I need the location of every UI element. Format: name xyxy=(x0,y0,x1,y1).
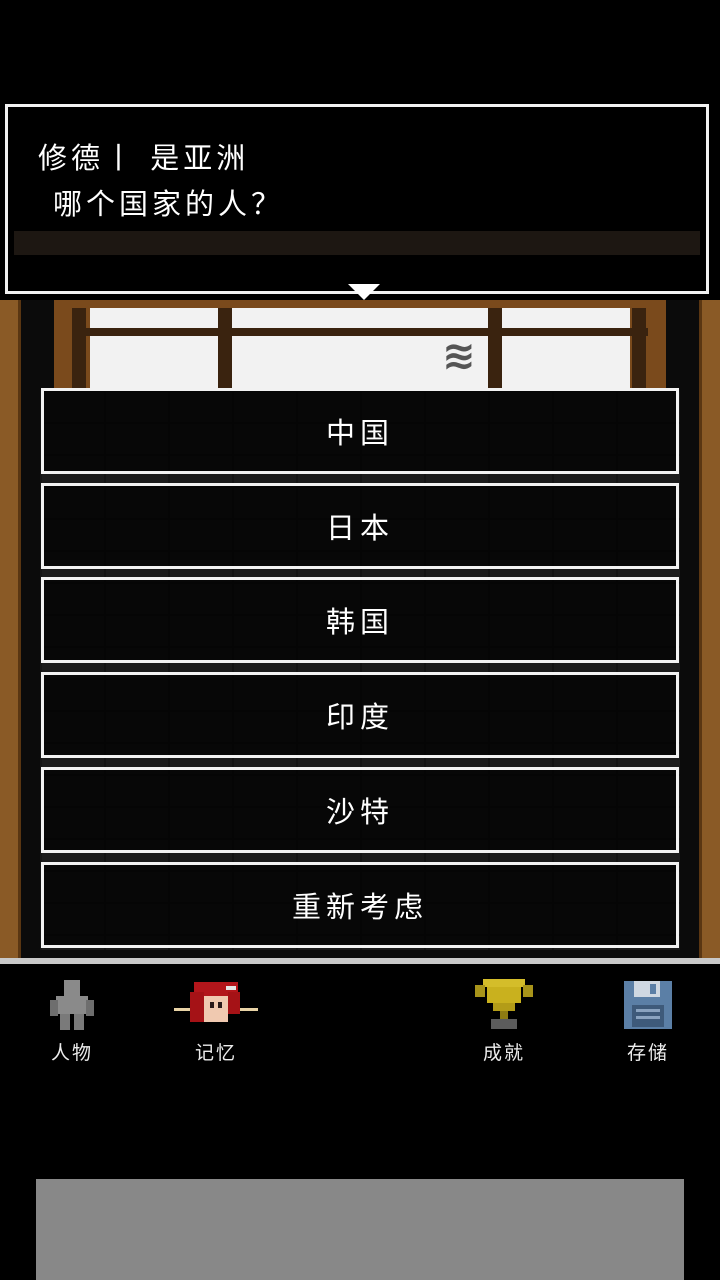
dialog-divider xyxy=(14,231,700,255)
trophy-icon xyxy=(454,976,554,1034)
memory-portrait-icon xyxy=(166,976,266,1034)
choice-label: 重新考虑 xyxy=(291,890,428,924)
person-icon xyxy=(22,976,122,1034)
nav-memory-button[interactable]: 记忆 xyxy=(166,976,266,1066)
floppy-disk-icon xyxy=(598,976,698,1034)
nav-label: 成就 xyxy=(482,1042,525,1064)
window-decoration-icon: ≋ xyxy=(442,333,476,379)
choice-saudi-button[interactable]: 沙特 xyxy=(41,767,679,853)
wooden-pillar-right xyxy=(699,300,720,958)
dialog-box[interactable]: 修德丨 是亚洲 哪个国家的人？ xyxy=(5,104,709,300)
nav-achievements-button[interactable]: 成就 xyxy=(454,976,554,1066)
ad-banner-placeholder[interactable] xyxy=(36,1179,684,1280)
nav-label: 记忆 xyxy=(194,1042,237,1064)
choice-korea-button[interactable]: 韩国 xyxy=(41,577,679,663)
window-bar xyxy=(632,308,646,388)
wooden-pillar-left xyxy=(0,300,21,958)
window-pane xyxy=(90,308,630,388)
nav-label: 存储 xyxy=(626,1042,669,1064)
choice-india-button[interactable]: 印度 xyxy=(41,672,679,758)
nav-save-button[interactable]: 存储 xyxy=(598,976,698,1066)
choice-label: 日本 xyxy=(325,511,394,545)
nav-characters-button[interactable]: 人物 xyxy=(22,976,122,1066)
bottom-bar-separator xyxy=(0,958,720,964)
window-bar xyxy=(488,308,502,388)
window-rail xyxy=(72,328,648,336)
dialog-text-line-2: 哪个国家的人？ xyxy=(53,187,285,221)
choice-reconsider-button[interactable]: 重新考虑 xyxy=(41,862,679,948)
dialog-text-line-1: 修德丨 是亚洲 xyxy=(38,141,250,175)
choice-label: 韩国 xyxy=(325,605,394,639)
window-bar xyxy=(218,308,232,388)
window-bar xyxy=(72,308,86,388)
choice-japan-button[interactable]: 日本 xyxy=(41,483,679,569)
choice-china-button[interactable]: 中国 xyxy=(41,388,679,474)
continue-arrow-icon xyxy=(348,284,380,300)
nav-label: 人物 xyxy=(50,1042,93,1064)
choice-label: 中国 xyxy=(325,416,394,450)
choice-label: 沙特 xyxy=(325,795,394,829)
choice-label: 印度 xyxy=(325,700,394,734)
